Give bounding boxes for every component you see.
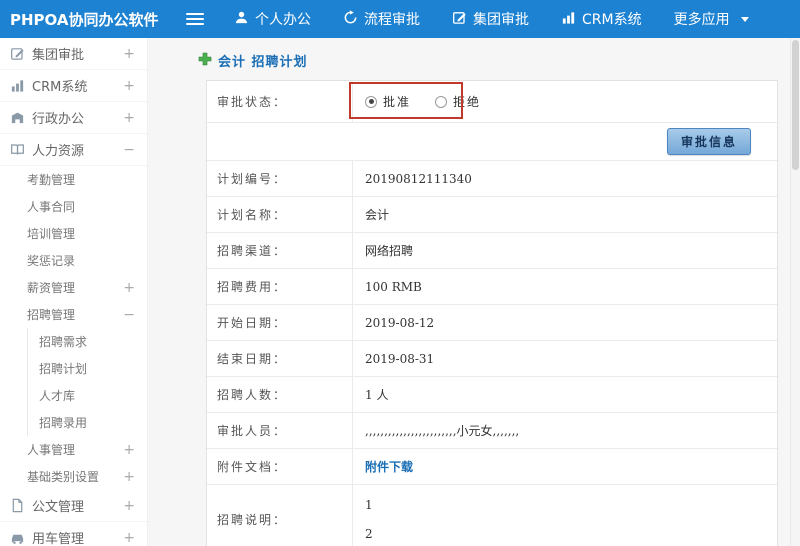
edit-square-icon	[452, 10, 467, 29]
approval-status-radios: 批准 拒绝	[352, 81, 777, 122]
bar-chart-icon	[561, 10, 576, 29]
form-row-attachment: 附件文档： 附件下载	[207, 449, 777, 485]
open-book-icon	[10, 142, 25, 157]
approval-info-button[interactable]: 审批信息	[666, 128, 751, 155]
flow-refresh-icon	[343, 9, 358, 29]
radio-reject-option[interactable]: 拒绝	[435, 93, 481, 110]
sidebar-item-crm[interactable]: CRM系统 +	[0, 70, 147, 102]
topnav: 个人办公 流程审批 集团审批 CRM系统 更多应用	[234, 9, 781, 29]
description-line: 1	[365, 498, 373, 512]
scrollbar-thumb[interactable]	[792, 40, 799, 170]
sidebar-item-recruit-need[interactable]: 招聘需求	[28, 328, 147, 355]
document-icon	[10, 498, 25, 513]
sidebar-item-base-category[interactable]: 基础类别设置 +	[0, 463, 147, 490]
expand-toggle[interactable]: +	[123, 531, 135, 545]
form-row-approvers: 审批人员： ,,,,,,,,,,,,,,,,,,,,,,,,小元女,,,,,,,	[207, 413, 777, 449]
main-content: 会计 招聘计划 审批状态： 批准 拒绝 审批信息 计划编号： 201908121…	[148, 38, 800, 546]
car-icon	[10, 530, 25, 545]
radio-approve[interactable]	[365, 95, 377, 108]
sidebar-item-docs-mgmt[interactable]: 公文管理 +	[0, 490, 147, 522]
description-line: 2	[365, 527, 373, 541]
collapse-toggle[interactable]: −	[123, 143, 135, 157]
chevron-down-icon	[740, 16, 749, 22]
sidebar: 集团审批 + CRM系统 + 行政办公 + 人力资源 − 考勤管理 人事合同 培…	[0, 38, 148, 546]
menu-icon[interactable]	[186, 13, 204, 25]
form-row-recruit-cost: 招聘费用： 100 RMB	[207, 269, 777, 305]
expand-toggle[interactable]: +	[123, 281, 135, 295]
breadcrumb: 会计 招聘计划	[198, 51, 778, 70]
recruit-submenu: 招聘需求 招聘计划 人才库 招聘录用	[27, 328, 147, 436]
vertical-scrollbar[interactable]	[790, 38, 800, 546]
sidebar-item-hr[interactable]: 人力资源 −	[0, 134, 147, 166]
sidebar-item-salary[interactable]: 薪资管理 +	[0, 274, 147, 301]
sidebar-item-recruit-hire[interactable]: 招聘录用	[28, 409, 147, 436]
nav-group-approval[interactable]: 集团审批	[452, 9, 529, 29]
expand-toggle[interactable]: +	[123, 499, 135, 513]
radio-reject[interactable]	[435, 95, 448, 108]
sidebar-item-admin-office[interactable]: 行政办公 +	[0, 102, 147, 134]
sidebar-item-vehicle-mgmt[interactable]: 用车管理 +	[0, 522, 147, 546]
nav-crm[interactable]: CRM系统	[561, 9, 642, 29]
sidebar-item-recruit-mgmt[interactable]: 招聘管理 −	[0, 301, 147, 328]
sidebar-item-hr-contract[interactable]: 人事合同	[0, 193, 147, 220]
sidebar-item-group-approval[interactable]: 集团审批 +	[0, 38, 147, 70]
form-row-recruit-description: 招聘说明： 1 2	[207, 485, 777, 546]
add-plus-icon	[198, 52, 212, 70]
sidebar-item-recruit-plan[interactable]: 招聘计划	[28, 355, 147, 382]
nav-personal-office[interactable]: 个人办公	[234, 9, 311, 29]
attachment-download-link[interactable]: 附件下载	[365, 458, 413, 475]
page-title: 会计 招聘计划	[218, 55, 308, 70]
user-icon	[234, 10, 249, 29]
form-row-end-date: 结束日期： 2019-08-31	[207, 341, 777, 377]
app-brand: PHPOA协同办公软件	[10, 10, 159, 29]
form-row-recruit-count: 招聘人数： 1 人	[207, 377, 777, 413]
expand-toggle[interactable]: +	[123, 111, 135, 125]
expand-toggle[interactable]: +	[123, 470, 135, 484]
recruit-plan-form: 审批状态： 批准 拒绝 审批信息 计划编号： 20190812111340 计划…	[206, 80, 778, 546]
expand-toggle[interactable]: +	[123, 443, 135, 457]
hr-submenu: 考勤管理 人事合同 培训管理 奖惩记录 薪资管理 + 招聘管理 − 招聘需求 招…	[0, 166, 147, 490]
sidebar-item-attendance[interactable]: 考勤管理	[0, 166, 147, 193]
expand-toggle[interactable]: +	[123, 47, 135, 61]
topbar: PHPOA协同办公软件 个人办公 流程审批 集团审批 CRM系统 更多应用	[0, 0, 800, 38]
collapse-toggle[interactable]: −	[123, 308, 135, 322]
sidebar-item-rewards[interactable]: 奖惩记录	[0, 247, 147, 274]
building-icon	[10, 110, 25, 125]
bar-chart-icon	[10, 78, 25, 93]
form-row-button: 审批信息	[207, 123, 777, 161]
form-row-plan-number: 计划编号： 20190812111340	[207, 161, 777, 197]
expand-toggle[interactable]: +	[123, 79, 135, 93]
radio-approve-option[interactable]: 批准	[365, 93, 411, 110]
nav-process-approval[interactable]: 流程审批	[343, 9, 420, 29]
edit-square-icon	[10, 46, 25, 61]
sidebar-item-training[interactable]: 培训管理	[0, 220, 147, 247]
form-row-start-date: 开始日期： 2019-08-12	[207, 305, 777, 341]
sidebar-item-talent-pool[interactable]: 人才库	[28, 382, 147, 409]
nav-more-apps[interactable]: 更多应用	[674, 9, 749, 29]
form-row-recruit-channel: 招聘渠道： 网络招聘	[207, 233, 777, 269]
form-row-approval-status: 审批状态： 批准 拒绝	[207, 81, 777, 123]
form-row-plan-name: 计划名称： 会计	[207, 197, 777, 233]
sidebar-item-personnel-mgmt[interactable]: 人事管理 +	[0, 436, 147, 463]
